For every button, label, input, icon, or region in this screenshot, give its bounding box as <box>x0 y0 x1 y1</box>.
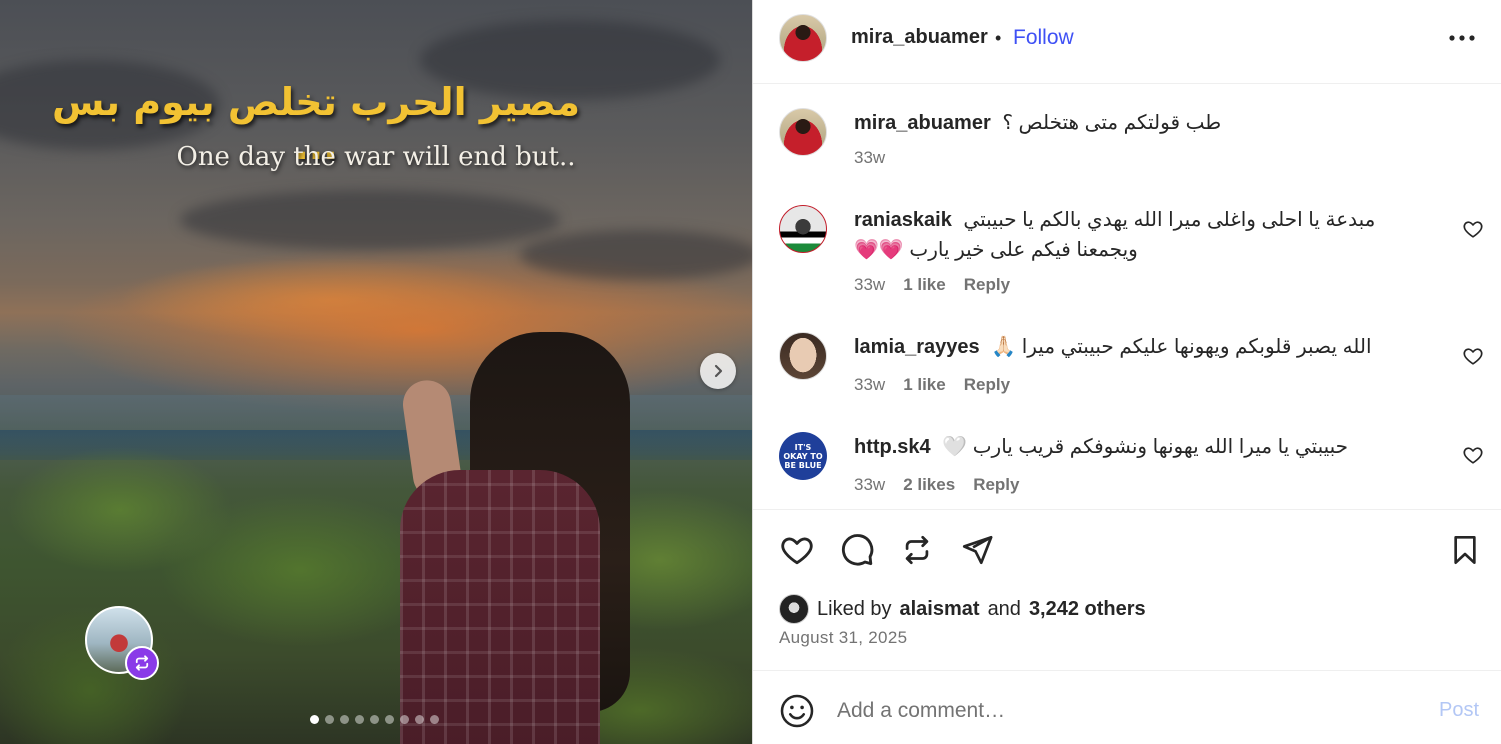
caption-text-row: mira_abuamer طب قولتكم متى هتخلص ؟ <box>854 108 1414 138</box>
header-separator: • <box>995 28 1002 48</box>
chevron-right-icon <box>714 364 723 378</box>
post-media[interactable]: مصير الحرب تخلص بيوم بس ... One day the … <box>0 0 752 744</box>
likes-summary: Liked by alaismat and 3,242 others <box>779 594 1146 624</box>
comment-text: حبيبتي يا ميرا الله يهونها ونشوفكم قريب … <box>942 436 1349 458</box>
likes-prefix: Liked by <box>817 597 892 620</box>
post-sidebar: mira_abuamer • Follow mira_abuamer طب قو… <box>752 0 1501 744</box>
share-button[interactable] <box>957 530 997 570</box>
action-bar <box>753 530 1501 574</box>
carousel-dot[interactable] <box>400 715 409 724</box>
send-icon <box>962 535 993 565</box>
caption-avatar[interactable] <box>779 108 827 156</box>
comment-meta: 33w 2 likes Reply <box>854 475 1019 495</box>
more-horizontal-icon <box>1449 35 1475 41</box>
carousel-dot[interactable] <box>355 715 364 724</box>
comment-likes[interactable]: 1 like <box>903 275 946 295</box>
caption-meta: 33w <box>854 148 885 168</box>
carousel-dot[interactable] <box>310 715 319 724</box>
emoji-button[interactable] <box>779 693 815 729</box>
comment-likes[interactable]: 1 like <box>903 375 946 395</box>
comment-item: raniaskaik مبدعة يا احلى واغلى ميرا الله… <box>753 205 1501 305</box>
overlay-english-text: One day the war will end but.. <box>176 142 576 172</box>
author-avatar[interactable] <box>779 14 827 62</box>
caption-text: طب قولتكم متى هتخلص ؟ <box>1002 112 1222 134</box>
comment-time[interactable]: 33w <box>854 475 885 495</box>
likes-others[interactable]: 3,242 others <box>1029 598 1146 621</box>
reply-button[interactable]: Reply <box>964 275 1010 295</box>
comment-time[interactable]: 33w <box>854 275 885 295</box>
post-comment-button[interactable]: Post <box>1439 699 1479 722</box>
carousel-dot[interactable] <box>385 715 394 724</box>
comment-meta: 33w 1 like Reply <box>854 375 1010 395</box>
comment-text: الله يصبر قلوبكم ويهونها عليكم حبيبتي مي… <box>991 336 1372 358</box>
carousel-dots <box>310 715 439 724</box>
collab-badge <box>125 646 159 680</box>
author-username[interactable]: mira_abuamer <box>851 26 988 49</box>
repost-icon <box>905 535 929 565</box>
follow-button[interactable]: Follow <box>1013 26 1074 50</box>
comment-username[interactable]: http.sk4 <box>854 436 931 458</box>
comment-avatar[interactable] <box>779 205 827 253</box>
save-button[interactable] <box>1445 530 1485 570</box>
carousel-dot[interactable] <box>325 715 334 724</box>
carousel-next-button[interactable] <box>700 353 736 389</box>
caption-username[interactable]: mira_abuamer <box>854 112 991 134</box>
caption-time[interactable]: 33w <box>854 148 885 168</box>
comment-input[interactable] <box>837 691 1397 731</box>
likes-and: and <box>987 597 1021 620</box>
comment-username[interactable]: lamia_rayyes <box>854 336 980 358</box>
add-comment-bar: Post <box>753 670 1501 744</box>
comment-item: IT'S OKAY TO BE BLUE http.sk4 حبيبتي يا … <box>753 432 1501 502</box>
reply-button[interactable]: Reply <box>964 375 1010 395</box>
carousel-dot[interactable] <box>415 715 424 724</box>
heart-icon[interactable] <box>1462 444 1484 466</box>
emoji-smile-icon <box>780 694 814 728</box>
heart-icon[interactable] <box>1462 218 1484 240</box>
comment-icon <box>841 534 874 566</box>
carousel-dot[interactable] <box>340 715 349 724</box>
comments-list: mira_abuamer طب قولتكم متى هتخلص ؟ 33w r… <box>753 84 1501 510</box>
like-button[interactable] <box>777 530 817 570</box>
comment-text-row: raniaskaik مبدعة يا احلى واغلى ميرا الله… <box>854 205 1414 265</box>
bookmark-icon <box>1454 536 1476 564</box>
heart-icon[interactable] <box>1462 345 1484 367</box>
repost-icon <box>135 655 149 671</box>
person-shirt <box>400 470 600 744</box>
cloud-shape <box>520 230 752 280</box>
comment-likes[interactable]: 2 likes <box>903 475 955 495</box>
liker-avatar[interactable] <box>779 594 809 624</box>
cloud-shape <box>180 190 560 250</box>
reply-button[interactable]: Reply <box>973 475 1019 495</box>
comment-avatar[interactable] <box>779 332 827 380</box>
comment-avatar[interactable]: IT'S OKAY TO BE BLUE <box>779 432 827 480</box>
comment-item: lamia_rayyes الله يصبر قلوبكم ويهونها عل… <box>753 332 1501 402</box>
post-date[interactable]: August 31, 2025 <box>779 628 907 648</box>
more-options-button[interactable] <box>1447 26 1477 50</box>
repost-button[interactable] <box>897 530 937 570</box>
bushes <box>0 430 752 744</box>
avatar-text: IT'S OKAY TO BE BLUE <box>783 442 823 470</box>
comment-text-row: http.sk4 حبيبتي يا ميرا الله يهونها ونشو… <box>854 432 1414 462</box>
caption: mira_abuamer طب قولتكم متى هتخلص ؟ 33w <box>753 108 1501 188</box>
post-header: mira_abuamer • Follow <box>753 0 1501 84</box>
comment-text-row: lamia_rayyes الله يصبر قلوبكم ويهونها عل… <box>854 332 1414 362</box>
liker-username[interactable]: alaismat <box>900 598 980 621</box>
heart-icon <box>781 537 813 565</box>
carousel-dot[interactable] <box>430 715 439 724</box>
carousel-dot[interactable] <box>370 715 379 724</box>
comment-meta: 33w 1 like Reply <box>854 275 1010 295</box>
comment-button[interactable] <box>837 530 877 570</box>
comment-time[interactable]: 33w <box>854 375 885 395</box>
comment-username[interactable]: raniaskaik <box>854 209 952 231</box>
